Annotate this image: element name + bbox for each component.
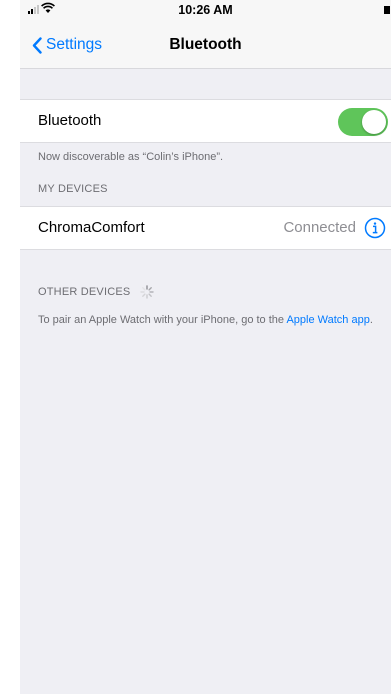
my-devices-header: MY DEVICES xyxy=(38,183,108,195)
device-name: ChromaComfort xyxy=(38,219,145,236)
toggle-knob xyxy=(362,110,386,134)
other-devices-header: OTHER DEVICES xyxy=(38,286,131,298)
device-status: Connected xyxy=(283,219,356,236)
battery-icon xyxy=(384,6,390,14)
bluetooth-toggle[interactable] xyxy=(338,108,388,136)
apple-watch-app-link[interactable]: Apple Watch app xyxy=(286,314,369,326)
status-time: 10:26 AM xyxy=(178,3,233,17)
phone-screen: 10:26 AM Settings Bluetooth Bluetooth No… xyxy=(20,0,391,694)
info-icon[interactable] xyxy=(364,217,386,239)
discoverable-note: Now discoverable as “Colin’s iPhone”. xyxy=(38,151,224,163)
status-bar: 10:26 AM xyxy=(20,0,391,22)
apple-watch-note: To pair an Apple Watch with your iPhone,… xyxy=(38,314,378,327)
watch-note-suffix: . xyxy=(369,314,373,326)
device-row[interactable]: ChromaComfort Connected xyxy=(20,206,391,250)
loading-spinner-icon xyxy=(140,285,155,299)
navigation-bar: Settings Bluetooth xyxy=(20,22,391,69)
watch-note-text: To pair an Apple Watch with your iPhone,… xyxy=(38,314,287,326)
bluetooth-label: Bluetooth xyxy=(38,112,102,129)
page-title: Bluetooth xyxy=(169,36,242,53)
bluetooth-toggle-row: Bluetooth xyxy=(20,99,391,143)
other-devices-header-row: OTHER DEVICES xyxy=(38,285,155,299)
